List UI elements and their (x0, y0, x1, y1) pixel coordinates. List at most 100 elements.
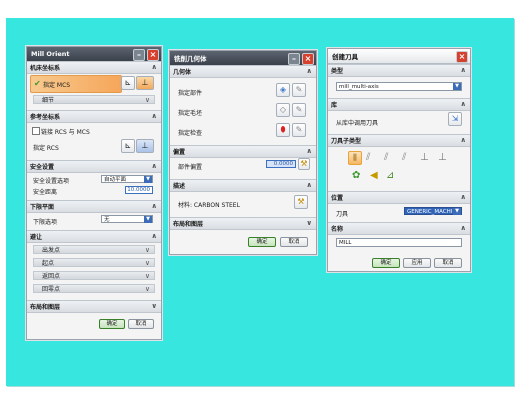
section-mcs[interactable]: 机床坐标系 ∧ (27, 61, 161, 74)
csys-icon[interactable]: ⊥ (136, 139, 154, 153)
section-name[interactable]: 名称 ∧ (328, 222, 470, 235)
ok-button[interactable]: 确定 (372, 258, 400, 268)
mill-orient-dialog: Mill Orient – × 机床坐标系 ∧ ✔ 指定 MCS ⊾ ⊥ 细节 ∨ … (26, 46, 162, 340)
start-point-subsection[interactable]: 起点 ∨ (33, 258, 155, 267)
section-lower-limit[interactable]: 下限平面 ∧ (27, 200, 161, 213)
minimize-icon[interactable]: – (288, 53, 300, 65)
dialog-title: 创建刀具 (332, 53, 358, 61)
section-description[interactable]: 描述 ∧ (170, 179, 316, 192)
check-icon: ✔ (34, 79, 41, 88)
part-geometry-icon[interactable]: ◈ (276, 83, 290, 97)
collapse-icon: ∧ (460, 224, 466, 232)
chevron-down-icon: ∨ (144, 246, 150, 254)
collapse-icon: ∧ (306, 147, 312, 155)
dropdown-icon: ▼ (453, 83, 461, 90)
collapse-icon: ∧ (151, 232, 157, 240)
section-clearance[interactable]: 安全设置 ∧ (27, 160, 161, 173)
ball-mill-icon[interactable]: ⫽ (366, 152, 370, 163)
section-avoidance[interactable]: 避让 ∧ (27, 230, 161, 243)
collapse-icon: ∧ (460, 193, 466, 201)
generic-tool-icon[interactable]: ⊿ (386, 170, 394, 181)
t-cutter-icon[interactable]: ⊥ (420, 152, 429, 163)
dialog-title: 铣削几何体 (174, 55, 207, 63)
close-icon[interactable]: × (302, 53, 314, 65)
section-offset[interactable]: 偏置 ∧ (170, 145, 316, 158)
chevron-down-icon: ∨ (144, 259, 150, 267)
collapse-icon: ∧ (306, 67, 312, 75)
clearance-distance-input[interactable]: 10.0000 (125, 186, 153, 194)
name-input[interactable]: MILL (336, 238, 462, 247)
home-point-subsection[interactable]: 回零点 ∨ (33, 284, 155, 293)
create-tool-dialog: 创建刀具 × 类型 ∧ mill_multi-axis ▼ 库 ∧ 从库中调用刀具 ⇲… (327, 48, 471, 272)
section-type[interactable]: 类型 ∧ (328, 64, 470, 77)
ok-button[interactable]: 确定 (99, 319, 125, 329)
csys-icon[interactable]: ⊥ (136, 76, 154, 90)
lower-limit-select[interactable]: 无 ▼ (101, 215, 153, 223)
drill-tool-icon[interactable]: ⫽ (384, 152, 388, 163)
minimize-icon[interactable]: – (133, 49, 145, 61)
probe-icon[interactable]: ◀ (370, 170, 378, 181)
detail-subsection[interactable]: 细节 ∨ (33, 95, 155, 104)
close-icon[interactable]: × (456, 51, 468, 63)
return-point-subsection[interactable]: 返回点 ∨ (33, 271, 155, 280)
collapse-icon: ∧ (460, 100, 466, 108)
link-rcs-label: 链接 RCS 与 MCS (41, 129, 90, 136)
tapered-mill-icon[interactable]: ⫽ (402, 152, 406, 163)
collapse-icon: ∧ (151, 63, 157, 71)
check-geometry-icon[interactable]: ⬮ (276, 123, 290, 137)
apply-button[interactable]: 应用 (403, 258, 431, 268)
display-icon[interactable]: ✎ (292, 83, 306, 97)
part-offset-input[interactable]: 0.0000 (266, 160, 296, 168)
from-point-subsection[interactable]: 出发点 ∨ (33, 245, 155, 254)
dialog-title: Mill Orient (31, 50, 70, 58)
specify-mcs-row[interactable]: ✔ 指定 MCS (30, 75, 122, 93)
ok-button[interactable]: 确定 (248, 237, 276, 247)
material-text: 材料: CARBON STEEL (178, 202, 240, 209)
mill-tool-icon[interactable]: ⫼ (348, 151, 362, 165)
cancel-button[interactable]: 取消 (434, 258, 462, 268)
chevron-down-icon: ∨ (144, 96, 150, 104)
csys-dialog-icon[interactable]: ⊾ (121, 76, 135, 90)
chevron-down-icon: ∨ (151, 302, 157, 310)
display-icon[interactable]: ✎ (292, 123, 306, 137)
chevron-down-icon: ∨ (144, 285, 150, 293)
specify-rcs-label: 指定 RCS (33, 145, 59, 152)
collapse-icon: ∧ (151, 162, 157, 170)
collapse-icon: ∧ (151, 112, 157, 120)
section-tool-subtype[interactable]: 刀具子类型 ∧ (328, 134, 470, 147)
section-library[interactable]: 库 ∧ (328, 98, 470, 111)
section-geometry[interactable]: 几何体 ∧ (170, 65, 316, 78)
dialog-titlebar: 创建刀具 × (328, 49, 470, 64)
section-layout-layer[interactable]: 布局和图层 ∨ (170, 217, 316, 230)
dialog-titlebar: 铣削几何体 – × (170, 51, 316, 65)
dropdown-icon: ▼ (453, 208, 461, 215)
section-location[interactable]: 位置 ∧ (328, 191, 470, 204)
cancel-button[interactable]: 取消 (128, 319, 154, 329)
collapse-icon: ∧ (306, 181, 312, 189)
close-icon[interactable]: × (147, 49, 159, 61)
dialog-titlebar: Mill Orient – × (27, 47, 161, 61)
chevron-down-icon: ∨ (306, 219, 312, 227)
collapse-icon: ∧ (460, 66, 466, 74)
library-icon[interactable]: ⇲ (448, 112, 462, 126)
csys-dialog-icon[interactable]: ⊾ (121, 139, 135, 153)
tool-location-select[interactable]: GENERIC_MACHI ▼ (404, 207, 462, 215)
display-icon[interactable]: ✎ (292, 103, 306, 117)
tool-holder-icon[interactable]: ✿ (352, 170, 360, 181)
collapse-icon: ∧ (460, 136, 466, 144)
barrel-cutter-icon[interactable]: ⊥ (438, 152, 447, 163)
blank-geometry-icon[interactable]: ◇ (276, 103, 290, 117)
section-layout-layer[interactable]: 布局和图层 ∨ (27, 300, 161, 313)
cancel-button[interactable]: 取消 (280, 237, 308, 247)
link-rcs-checkbox[interactable] (32, 127, 40, 135)
dropdown-icon: ▼ (144, 176, 152, 183)
material-icon[interactable]: ⚒ (294, 195, 308, 209)
section-reference[interactable]: 参考坐标系 ∧ (27, 110, 161, 123)
dropdown-icon: ▼ (144, 216, 152, 223)
chevron-down-icon: ∨ (144, 272, 150, 280)
calculator-icon[interactable]: ⚒ (298, 158, 310, 170)
type-select[interactable]: mill_multi-axis ▼ (336, 82, 462, 91)
collapse-icon: ∧ (151, 202, 157, 210)
mill-geometry-dialog: 铣削几何体 – × 几何体 ∧ 指定部件 ◈ ✎ 指定毛坯 ◇ ✎ 指定检查 ⬮ … (169, 50, 317, 255)
clearance-option-select[interactable]: 自动平面 ▼ (101, 175, 153, 183)
